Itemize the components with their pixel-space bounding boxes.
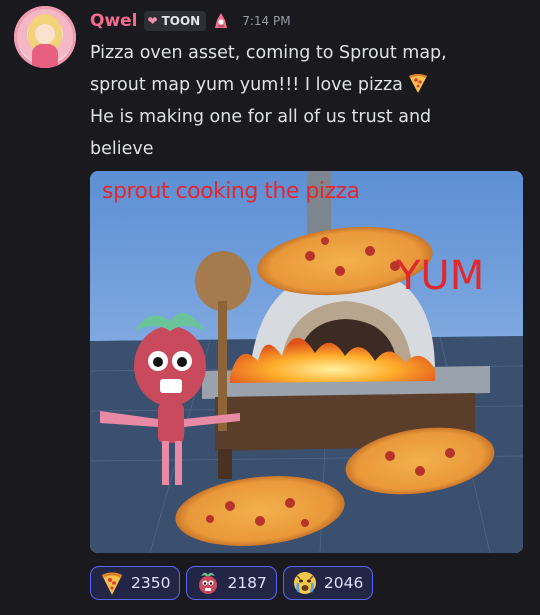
message-header: Qwel ❤ TOON 7:14 PM bbox=[90, 10, 291, 32]
heart-icon: ❤ bbox=[147, 14, 158, 28]
server-tag[interactable]: ❤ TOON bbox=[143, 11, 207, 31]
reaction-count: 2350 bbox=[131, 574, 171, 592]
message-line-text: sprout map yum yum!!! I love pizza bbox=[90, 75, 403, 95]
avatar-dress bbox=[32, 44, 58, 68]
reaction-crying[interactable]: 2046 bbox=[282, 566, 374, 600]
role-icon[interactable] bbox=[212, 12, 230, 30]
image-caption-yum: YUM bbox=[396, 253, 485, 299]
timestamp[interactable]: 7:14 PM bbox=[242, 14, 290, 28]
message-line: He is making one for all of us trust and bbox=[90, 107, 432, 127]
reaction-sprout[interactable]: 2187 bbox=[186, 566, 277, 600]
image-caption-top: sprout cooking the pizza bbox=[102, 179, 360, 204]
user-avatar[interactable] bbox=[14, 6, 76, 68]
server-tag-label: TOON bbox=[161, 14, 201, 28]
reactions-bar: 2350 2187 2046 bbox=[90, 566, 374, 600]
sprout-toon-icon bbox=[199, 572, 218, 594]
avatar-face bbox=[35, 24, 55, 44]
reaction-count: 2187 bbox=[227, 574, 267, 592]
message-line: believe bbox=[90, 139, 154, 159]
message-content: Pizza oven asset, coming to Sprout map, … bbox=[90, 37, 530, 165]
reaction-count: 2046 bbox=[323, 574, 364, 592]
scene-image bbox=[90, 171, 523, 553]
image-attachment[interactable]: sprout cooking the pizza YUM bbox=[90, 171, 523, 553]
pizza-emoji-icon bbox=[408, 74, 427, 93]
username[interactable]: Qwel bbox=[90, 11, 138, 31]
message-line: Pizza oven asset, coming to Sprout map, bbox=[90, 43, 447, 63]
reaction-pizza[interactable]: 2350 bbox=[90, 566, 181, 600]
pizza-icon bbox=[102, 572, 122, 595]
crying-face-icon bbox=[293, 572, 316, 594]
message-line: sprout map yum yum!!! I love pizza bbox=[90, 69, 530, 101]
